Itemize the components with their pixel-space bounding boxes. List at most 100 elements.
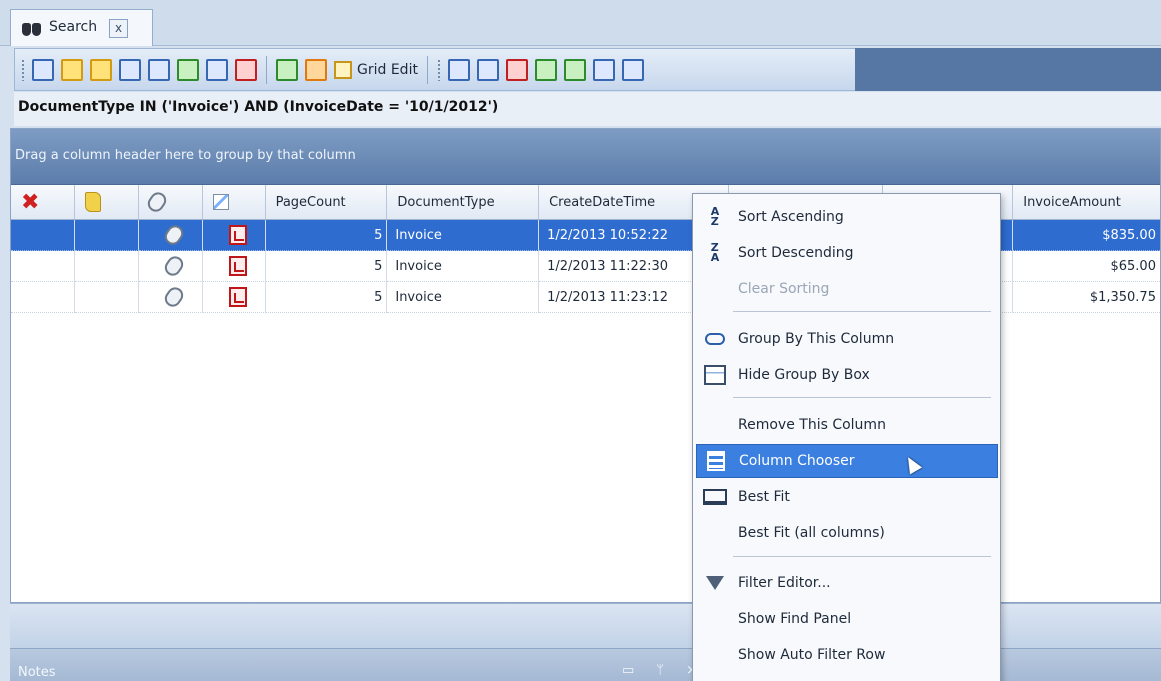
- menu-item-show-auto-filter[interactable]: Show Auto Filter Row: [696, 638, 998, 672]
- email-icon[interactable]: [206, 58, 228, 81]
- menu-item-best-fit[interactable]: Best Fit: [696, 480, 998, 514]
- edit-document-icon[interactable]: [61, 58, 83, 81]
- menu-item-show-find-panel[interactable]: Show Find Panel: [696, 602, 998, 636]
- row-documenttype[interactable]: Invoice: [387, 251, 540, 282]
- window-icon[interactable]: ▭: [622, 663, 634, 678]
- row-delete-cell[interactable]: [11, 220, 75, 251]
- menu-separator: [733, 397, 991, 398]
- menu-item-label: Show Auto Filter Row: [738, 647, 886, 663]
- row-pagecount[interactable]: 5: [265, 282, 388, 313]
- sort-descending-icon: ZA: [710, 241, 720, 264]
- menu-item-label: Group By This Column: [738, 331, 895, 347]
- pin-icon[interactable]: ᛘ: [656, 663, 664, 678]
- column-header-documenttype[interactable]: DocumentType: [387, 185, 540, 219]
- row-filetype-cell[interactable]: [202, 282, 266, 313]
- row-invoiceamount[interactable]: $1,350.75: [1013, 282, 1160, 313]
- sort-ascending-icon: AZ: [710, 205, 720, 228]
- filter-expression: DocumentType IN ('Invoice') AND (Invoice…: [14, 92, 1161, 126]
- refresh-icon[interactable]: [276, 58, 298, 81]
- row-documenttype[interactable]: Invoice: [387, 220, 540, 251]
- row-filetype-cell[interactable]: [202, 220, 266, 251]
- clear-layout-icon[interactable]: [505, 58, 528, 81]
- group-by-box[interactable]: Drag a column header here to group by th…: [11, 129, 1160, 185]
- row-delete-cell[interactable]: [11, 251, 75, 282]
- menu-item-label: Sort Descending: [738, 245, 854, 261]
- copy-documents-icon[interactable]: [148, 58, 170, 81]
- menu-item-label: Column Chooser: [739, 453, 855, 469]
- pdf-icon: [228, 287, 247, 307]
- row-delete-cell[interactable]: [11, 282, 75, 313]
- column-header-attachments[interactable]: [139, 185, 203, 219]
- share-icon[interactable]: [592, 58, 615, 81]
- row-documenttype[interactable]: Invoice: [387, 282, 540, 313]
- column-header-type[interactable]: [203, 185, 266, 219]
- tab-search-label: Search: [49, 19, 98, 35]
- row-invoiceamount[interactable]: $835.00: [1013, 220, 1160, 251]
- row-note-cell[interactable]: [74, 282, 139, 313]
- group-layout-icon[interactable]: [563, 58, 586, 81]
- toolbar-grip[interactable]: [21, 58, 25, 81]
- properties-icon[interactable]: [621, 58, 644, 81]
- toolbar-grip[interactable]: [436, 58, 441, 81]
- tab-search[interactable]: Search x: [10, 9, 153, 46]
- file-type-column-icon: [212, 194, 229, 210]
- export-icon[interactable]: [305, 58, 327, 81]
- menu-item-hide-group-box[interactable]: Hide Group By Box: [696, 358, 998, 392]
- column-header-pagecount[interactable]: PageCount: [266, 185, 388, 219]
- attachment-icon: [161, 284, 187, 310]
- menu-separator: [733, 311, 991, 312]
- pdf-icon: [228, 256, 247, 276]
- menu-item-label: Remove This Column: [738, 417, 886, 433]
- notes-panel-controls: ▭ ᛘ ×: [622, 663, 697, 678]
- attachment-icon: [161, 222, 187, 248]
- save-icon[interactable]: [119, 58, 141, 81]
- document-tabstrip: Search x: [0, 0, 1161, 46]
- row-attachment-cell[interactable]: [138, 282, 203, 313]
- menu-item-column-chooser[interactable]: Column Chooser: [696, 444, 998, 478]
- attachment-column-icon: [144, 189, 170, 215]
- menu-item-group-by[interactable]: Group By This Column: [696, 322, 998, 356]
- notes-panel-title: Notes: [18, 665, 56, 680]
- menu-item-best-fit-all[interactable]: Best Fit (all columns): [696, 516, 998, 550]
- grid-edit-label: Grid Edit: [357, 61, 418, 78]
- annotate-icon[interactable]: [90, 58, 112, 81]
- grid-edit-icon: [334, 60, 352, 79]
- grid-edit-button[interactable]: Grid Edit: [334, 60, 418, 79]
- menu-item-clear-sorting[interactable]: Clear Sorting: [696, 272, 998, 306]
- delete-document-icon[interactable]: [235, 58, 257, 81]
- tab-close-button[interactable]: x: [109, 19, 129, 38]
- list-view-icon[interactable]: [447, 58, 470, 81]
- row-note-cell[interactable]: [74, 251, 139, 282]
- column-header-delete[interactable]: ✖: [11, 185, 75, 219]
- binoculars-icon: [21, 19, 43, 37]
- menu-separator: [733, 556, 991, 557]
- column-layout-icon[interactable]: [534, 58, 557, 81]
- menu-item-remove-column[interactable]: Remove This Column: [696, 408, 998, 442]
- menu-item-label: Clear Sorting: [738, 281, 830, 297]
- row-attachment-cell[interactable]: [138, 220, 203, 251]
- row-note-cell[interactable]: [74, 220, 139, 251]
- column-header-notes[interactable]: [75, 185, 139, 219]
- note-column-icon: [84, 192, 101, 212]
- menu-item-label: Show Find Panel: [738, 611, 852, 627]
- menu-item-label: Sort Ascending: [738, 209, 844, 225]
- hide-group-box-icon: [702, 362, 728, 388]
- row-pagecount[interactable]: 5: [265, 251, 388, 282]
- menu-item-sort-descending[interactable]: ZA Sort Descending: [696, 236, 998, 270]
- detail-view-icon[interactable]: [476, 58, 499, 81]
- add-document-icon[interactable]: [177, 58, 199, 81]
- row-pagecount[interactable]: 5: [265, 220, 388, 251]
- view-document-icon[interactable]: [32, 58, 54, 81]
- toolbar-empty-area: [855, 48, 1161, 91]
- row-attachment-cell[interactable]: [138, 251, 203, 282]
- row-invoiceamount[interactable]: $65.00: [1013, 251, 1160, 282]
- delete-column-icon: ✖: [21, 189, 40, 215]
- filter-funnel-icon: [702, 570, 728, 596]
- column-context-menu: AZ Sort Ascending ZA Sort Descending Cle…: [692, 193, 1001, 681]
- menu-item-filter-editor[interactable]: Filter Editor...: [696, 566, 998, 600]
- menu-item-sort-ascending[interactable]: AZ Sort Ascending: [696, 200, 998, 234]
- column-header-invoiceamount[interactable]: InvoiceAmount: [1013, 185, 1160, 219]
- best-fit-icon: [702, 484, 728, 510]
- menu-item-label: Best Fit: [738, 489, 790, 505]
- row-filetype-cell[interactable]: [202, 251, 266, 282]
